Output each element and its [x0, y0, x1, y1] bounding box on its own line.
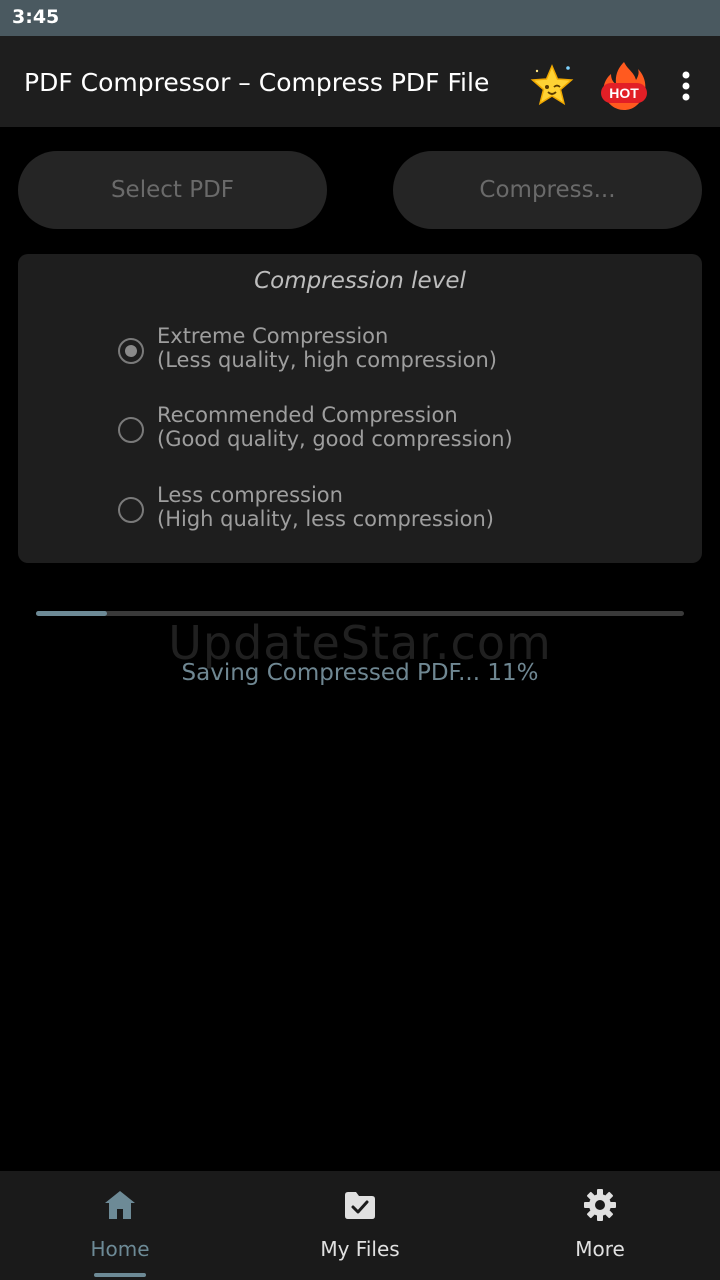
compression-level-title: Compression level — [254, 268, 466, 294]
hot-icon[interactable]: HOT — [598, 60, 650, 112]
option-extreme-compression[interactable]: Extreme Compression (Less quality, high … — [118, 324, 658, 394]
option-recommended-subtitle: (Good quality, good compression) — [157, 427, 513, 451]
option-less-subtitle: (High quality, less compression) — [157, 507, 494, 531]
radio-extreme[interactable] — [118, 338, 144, 364]
more-vert-icon[interactable] — [672, 66, 700, 106]
nav-more-label: More — [575, 1237, 625, 1261]
nav-my-files-label: My Files — [320, 1237, 400, 1261]
progress-status-text: Saving Compressed PDF... 11% — [181, 660, 539, 686]
app-title: PDF Compressor – Compress PDF File — [24, 68, 490, 97]
option-recommended-title: Recommended Compression — [157, 403, 458, 427]
nav-home-label: Home — [90, 1237, 150, 1261]
nav-more[interactable]: More — [480, 1171, 720, 1280]
nav-active-indicator — [94, 1273, 146, 1277]
compress-button[interactable]: Compress... — [393, 151, 702, 229]
select-pdf-button[interactable]: Select PDF — [18, 151, 327, 229]
folder-check-icon — [345, 1192, 375, 1219]
status-bar: 3:45 — [0, 0, 720, 36]
option-less-title: Less compression — [157, 483, 343, 507]
option-extreme-subtitle: (Less quality, high compression) — [157, 348, 497, 372]
option-extreme-title: Extreme Compression — [157, 324, 389, 348]
radio-less[interactable] — [118, 497, 144, 523]
hot-badge-label: HOT — [609, 85, 639, 101]
nav-my-files[interactable]: My Files — [240, 1171, 480, 1280]
app-bar: PDF Compressor – Compress PDF File HOT — [0, 36, 720, 127]
status-time: 3:45 — [12, 6, 60, 28]
radio-recommended[interactable] — [118, 417, 144, 443]
home-icon — [105, 1191, 135, 1219]
gear-icon — [584, 1189, 616, 1221]
star-icon[interactable] — [528, 62, 576, 110]
option-recommended-compression[interactable]: Recommended Compression (Good quality, g… — [118, 403, 658, 473]
option-less-compression[interactable]: Less compression (High quality, less com… — [118, 483, 658, 553]
nav-home[interactable]: Home — [0, 1171, 240, 1280]
compression-level-card: Compression level Extreme Compression (L… — [18, 254, 702, 563]
bottom-navigation: Home My Files More — [0, 1171, 720, 1280]
